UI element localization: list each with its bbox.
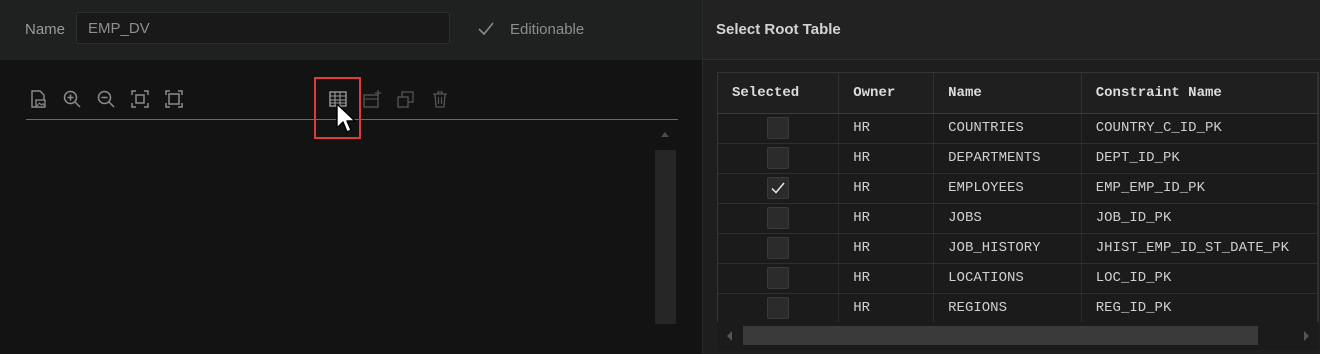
constraint-name-cell: JHIST_EMP_ID_ST_DATE_PK (1081, 233, 1318, 264)
diagram-vertical-scrollbar[interactable] (655, 128, 676, 326)
selected-cell (718, 203, 840, 234)
editionable-label: Editionable (510, 21, 585, 38)
name-input[interactable] (76, 12, 450, 44)
name-label: Name (25, 21, 66, 38)
zoom-in-icon[interactable] (61, 88, 83, 110)
owner-cell: HR (838, 233, 935, 264)
owner-cell: HR (838, 143, 935, 174)
name-cell: COUNTRIES (933, 113, 1082, 144)
table-row[interactable]: HR EMPLOYEES EMP_EMP_ID_PK (718, 173, 1318, 204)
duplicate-icon[interactable] (395, 88, 417, 110)
table-row[interactable]: HR COUNTRIES COUNTRY_C_ID_PK (718, 113, 1318, 144)
select-root-table-pane: Select Root Table Selected Owner Name Co… (702, 0, 1320, 354)
column-header-name[interactable]: Name (933, 73, 1082, 114)
table-row[interactable]: HR JOBS JOB_ID_PK (718, 203, 1318, 234)
row-checkbox[interactable] (767, 267, 790, 289)
constraint-name-cell: EMP_EMP_ID_PK (1081, 173, 1318, 204)
add-child-table-icon[interactable] (361, 88, 383, 110)
selected-cell (718, 293, 840, 324)
scrollbar-thumb[interactable] (655, 150, 676, 324)
diagram-editor-pane: Name Editionable (0, 0, 702, 354)
check-icon (478, 22, 494, 36)
table-row[interactable]: HR REGIONS REG_ID_PK (718, 293, 1318, 324)
owner-cell: HR (838, 263, 935, 294)
table-row[interactable]: HR LOCATIONS LOC_ID_PK (718, 263, 1318, 294)
table-row[interactable]: HR JOB_HISTORY JHIST_EMP_ID_ST_DATE_PK (718, 233, 1318, 264)
panel-title: Select Root Table (716, 21, 841, 38)
name-cell: REGIONS (933, 293, 1082, 324)
constraint-name-cell: JOB_ID_PK (1081, 203, 1318, 234)
row-checkbox[interactable] (767, 147, 790, 169)
mouse-cursor-icon (336, 103, 356, 133)
selected-cell (718, 263, 840, 294)
selected-cell (718, 233, 840, 264)
column-header-selected[interactable]: Selected (718, 73, 840, 114)
name-cell: JOBS (933, 203, 1082, 234)
save-image-icon[interactable] (27, 88, 49, 110)
row-checkbox[interactable] (767, 207, 790, 229)
editor-header: Name Editionable (0, 0, 702, 60)
constraint-name-cell: REG_ID_PK (1081, 293, 1318, 324)
row-checkbox[interactable] (767, 297, 790, 319)
delete-icon[interactable] (429, 88, 451, 110)
root-table-grid: Selected Owner Name Constraint Name HR CO… (717, 72, 1319, 350)
constraint-name-cell: LOC_ID_PK (1081, 263, 1318, 294)
header-row: Selected Owner Name Constraint Name (718, 73, 1318, 114)
constraint-name-cell: DEPT_ID_PK (1081, 143, 1318, 174)
scroll-right-icon[interactable] (1304, 331, 1309, 341)
owner-cell: HR (838, 203, 935, 234)
name-cell: EMPLOYEES (933, 173, 1082, 204)
check-icon (771, 182, 785, 194)
constraint-name-cell: COUNTRY_C_ID_PK (1081, 113, 1318, 144)
root-table: Selected Owner Name Constraint Name HR CO… (718, 73, 1318, 324)
column-header-owner[interactable]: Owner (838, 73, 935, 114)
editionable-checkbox[interactable] (476, 19, 496, 39)
name-cell: LOCATIONS (933, 263, 1082, 294)
selected-cell (718, 143, 840, 174)
row-checkbox[interactable] (767, 237, 790, 259)
table-row[interactable]: HR DEPARTMENTS DEPT_ID_PK (718, 143, 1318, 174)
name-cell: JOB_HISTORY (933, 233, 1082, 264)
scrollbar-thumb[interactable] (743, 326, 1258, 345)
scroll-left-icon[interactable] (727, 331, 732, 341)
selected-cell (718, 113, 840, 144)
row-checkbox[interactable] (767, 117, 790, 139)
scroll-up-icon[interactable] (661, 132, 669, 137)
owner-cell: HR (838, 293, 935, 324)
zoom-out-icon[interactable] (95, 88, 117, 110)
fit-screen-icon[interactable] (129, 88, 151, 110)
row-checkbox[interactable] (767, 177, 790, 199)
selected-cell (718, 173, 840, 204)
panel-header: Select Root Table (703, 0, 1320, 60)
owner-cell: HR (838, 113, 935, 144)
grid-horizontal-scrollbar[interactable] (717, 322, 1319, 350)
column-header-constraint-name[interactable]: Constraint Name (1081, 73, 1318, 114)
actual-size-icon[interactable] (163, 88, 185, 110)
owner-cell: HR (838, 173, 935, 204)
name-cell: DEPARTMENTS (933, 143, 1082, 174)
